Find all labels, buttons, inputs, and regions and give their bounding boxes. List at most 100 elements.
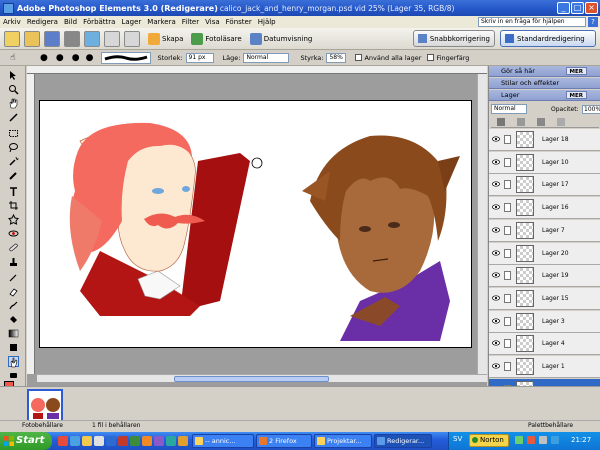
horizontal-scroll-thumb[interactable] [174,376,329,382]
document-canvas[interactable] [39,100,472,348]
brush-preset-icon-3[interactable]: ● [72,53,80,63]
taskbar-item-projektar[interactable]: Projektar... [314,434,372,448]
quicklaunch-icon-7[interactable] [130,436,140,446]
delete-layer-icon[interactable] [537,118,545,126]
zoom-tool-icon[interactable] [8,84,19,95]
eye-icon[interactable] [492,295,500,301]
move-tool-icon[interactable] [8,70,19,81]
size-field[interactable]: 91 px [185,52,214,63]
photo-bin-thumbnail[interactable] [27,389,63,423]
layer-row[interactable]: Lager 20 [489,242,600,265]
magic-wand-tool-icon[interactable] [8,156,19,167]
styles-palette-header[interactable]: Stilar och effekter [489,78,600,89]
eye-icon[interactable] [492,181,500,187]
opacity-field[interactable]: 100% [582,105,600,114]
link-icon[interactable] [504,248,511,258]
menu-redigera[interactable]: Redigera [24,18,61,26]
eye-icon[interactable] [492,249,500,256]
email-icon[interactable] [84,30,100,47]
smudge-tool-icon[interactable]: ☝ [0,53,26,63]
link-icon[interactable] [504,203,511,213]
marquee-tool-icon[interactable] [8,128,19,139]
quicklaunch-icon-9[interactable] [154,436,164,446]
horizontal-scrollbar[interactable] [37,374,487,382]
taskbar-item-annic[interactable]: -- annic... [192,434,254,448]
menu-filter[interactable]: Filter [179,18,202,26]
link-icon[interactable] [504,293,511,303]
menu-bild[interactable]: Bild [61,18,80,26]
start-button[interactable]: Start [0,432,52,450]
layer-row[interactable]: Lager 1 [489,356,600,378]
strength-field[interactable]: 58% [326,52,347,63]
layer-row[interactable]: Lager 3 [489,310,600,333]
norton-button[interactable]: Norton [469,434,509,447]
brush-tool-icon[interactable] [8,300,19,311]
menu-arkiv[interactable]: Arkiv [0,18,24,26]
paint-bucket-tool-icon[interactable] [8,314,19,325]
eye-icon[interactable] [492,363,500,369]
brush-preset-icon-2[interactable]: ● [56,53,64,63]
quicklaunch-icon-10[interactable] [166,436,176,446]
all-layers-checkbox[interactable] [355,54,363,61]
cookie-cutter-tool-icon[interactable] [8,213,19,225]
shape-tool-icon[interactable] [8,342,19,353]
redo-icon[interactable] [124,30,140,47]
tray-icon-2[interactable] [527,436,535,444]
menu-fonster[interactable]: Fönster [223,18,255,26]
vertical-scrollbar[interactable] [477,74,487,374]
eye-icon[interactable] [492,227,500,233]
language-indicator[interactable]: SV [453,435,462,443]
adjustment-layer-icon[interactable] [517,118,525,126]
quicklaunch-icon-11[interactable] [178,436,188,446]
quicklaunch-icon-3[interactable] [82,436,92,446]
eye-icon[interactable] [492,272,500,278]
tray-icon-4[interactable] [551,436,559,444]
eyedropper-tool-icon[interactable] [8,112,19,123]
tray-icon-3[interactable] [539,436,547,444]
hand-tool-icon[interactable] [8,98,19,109]
help-search-input[interactable]: Skriv in en fråga för hjälpen [478,17,586,27]
menu-visa[interactable]: Visa [202,18,223,26]
eraser-tool-icon[interactable] [8,286,19,297]
lasso-tool-icon[interactable] [8,142,19,153]
link-icon[interactable] [504,135,511,144]
link-icon[interactable] [504,362,511,371]
healing-brush-tool-icon[interactable] [8,242,19,253]
sponge-tool-icon[interactable] [8,370,19,381]
new-layer-icon[interactable] [497,118,505,126]
menu-forbattra[interactable]: Förbättra [80,18,118,26]
layer-row[interactable]: Lager 10 [489,151,600,174]
layer-row[interactable]: Lager 7 [489,219,600,242]
quick-fix-button[interactable]: Snabbkorrigering [413,30,495,47]
skapa-button[interactable]: Skapa [148,31,183,46]
smudge-tool-active-icon[interactable] [8,356,19,368]
finger-painting-checkbox[interactable] [427,54,435,61]
tray-icon-1[interactable] [515,436,523,444]
new-file-icon[interactable] [4,30,20,47]
taskbar-item-redigerar[interactable]: Redigerar... [374,434,432,448]
pencil-tool-icon[interactable] [8,272,19,283]
brush-preset-icon-4[interactable]: ● [86,53,94,63]
layer-row[interactable]: Lager 18 [489,129,600,151]
eye-icon[interactable] [492,159,500,165]
layer-row[interactable]: Lager 17 [489,174,600,197]
menu-lager[interactable]: Lager [118,18,144,26]
clone-stamp-tool-icon[interactable] [8,256,19,267]
link-icon[interactable] [504,157,511,167]
undo-icon[interactable] [104,30,120,47]
standard-edit-button[interactable]: Standardredigering [500,30,596,47]
layer-row[interactable]: Lager 16 [489,197,600,220]
type-tool-icon[interactable] [8,186,19,197]
eye-icon[interactable] [492,204,500,210]
close-button[interactable]: × [585,2,598,14]
taskbar-item-firefox[interactable]: 2 Firefox [256,434,312,448]
layers-more-button[interactable]: MER [565,91,587,99]
link-icon[interactable] [504,225,511,235]
quicklaunch-icon-2[interactable] [70,436,80,446]
maximize-button[interactable]: □ [571,2,584,14]
quicklaunch-icon-8[interactable] [142,436,152,446]
layers-palette-header[interactable]: Lager MER [489,90,600,101]
quicklaunch-icon-1[interactable] [58,436,68,446]
datumvisning-button[interactable]: Datumvisning [249,31,312,46]
open-folder-icon[interactable] [24,30,40,47]
